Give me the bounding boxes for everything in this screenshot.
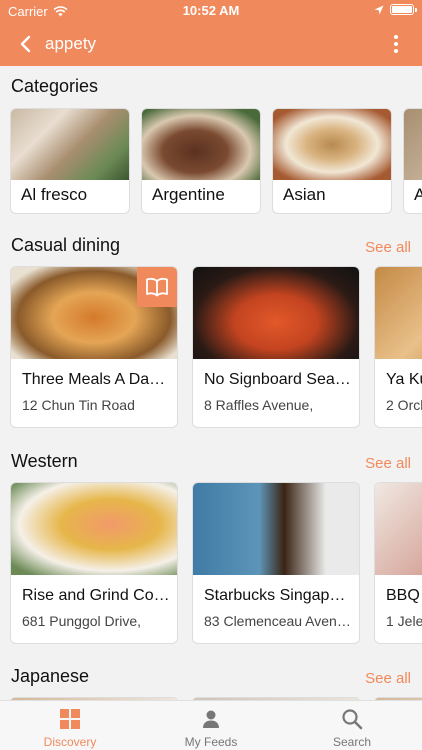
restaurant-address: 2 Orch: [386, 397, 422, 413]
category-card-argentine[interactable]: Argentine: [141, 108, 261, 214]
restaurant-image: [193, 267, 359, 359]
category-label: Argentine: [152, 185, 225, 204]
chevron-left-icon: [20, 35, 31, 53]
tab-label: Search: [332, 735, 372, 749]
section-title-western: Western: [11, 451, 78, 471]
tab-my-feeds[interactable]: My Feeds: [141, 701, 281, 750]
see-all-western-link[interactable]: See all: [365, 455, 411, 472]
restaurant-name: Starbucks Singapo…: [204, 587, 352, 604]
categories-row[interactable]: Al fresco Argentine Asian A: [0, 108, 422, 216]
restaurant-image: [193, 483, 359, 575]
restaurant-card[interactable]: Three Meals A Day… 12 Chun Tin Road: [10, 266, 178, 428]
restaurant-name: No Signboard Seaf…: [204, 371, 352, 388]
location-arrow-icon: [374, 5, 384, 14]
restaurant-image: [11, 267, 177, 359]
tab-label: My Feeds: [184, 735, 238, 749]
category-label: A: [414, 185, 422, 205]
status-bar: Carrier 10:52 AM: [0, 0, 422, 22]
category-label: Asian: [283, 185, 326, 204]
search-icon: [342, 709, 363, 730]
restaurant-address: 681 Punggol Drive,: [22, 613, 142, 629]
category-image: [11, 109, 129, 180]
restaurant-card[interactable]: BBQ 1 Jele: [374, 482, 422, 644]
category-card-asian[interactable]: Asian: [272, 108, 392, 214]
casual-dining-row[interactable]: Three Meals A Day… 12 Chun Tin Road No S…: [0, 266, 422, 430]
restaurant-address: 83 Clemenceau Aven…: [204, 613, 351, 629]
app-title: appety: [45, 34, 97, 53]
app-header: Carrier 10:52 AM appety: [0, 0, 422, 66]
restaurant-address: 12 Chun Tin Road: [22, 397, 135, 413]
categories-title: Categories: [11, 76, 99, 96]
restaurant-image: [375, 267, 422, 359]
category-card-al-fresco[interactable]: Al fresco: [10, 108, 130, 214]
status-right: [374, 4, 417, 15]
category-label: Al fresco: [21, 185, 88, 204]
restaurant-card[interactable]: No Signboard Seaf… 8 Raffles Avenue,: [192, 266, 360, 428]
restaurant-image: [11, 483, 177, 575]
discovery-content[interactable]: Categories Al fresco Argentine Asian A C…: [0, 66, 422, 700]
person-icon: [203, 710, 219, 728]
tab-discovery[interactable]: Discovery: [0, 701, 140, 750]
category-image: [273, 109, 391, 180]
restaurant-image: [375, 483, 422, 575]
more-dot: [394, 35, 398, 39]
restaurant-address: 8 Raffles Avenue,: [204, 397, 314, 413]
category-image: [142, 109, 260, 180]
restaurant-card[interactable]: Rise and Grind Cof… 681 Punggol Drive,: [10, 482, 178, 644]
tab-label: Discovery: [43, 735, 97, 749]
restaurant-address: 1 Jele: [386, 613, 422, 629]
more-dot: [394, 42, 398, 46]
restaurant-name: Three Meals A Day…: [22, 371, 170, 388]
navbar: appety: [0, 28, 422, 62]
tab-search[interactable]: Search: [282, 701, 422, 750]
status-time: 10:52 AM: [182, 3, 240, 18]
more-options-button[interactable]: [392, 33, 400, 55]
menu-button[interactable]: [137, 267, 177, 307]
restaurant-name: BBQ: [386, 587, 420, 604]
book-icon: [146, 277, 168, 297]
battery-icon: [390, 4, 417, 15]
restaurant-name: Rise and Grind Cof…: [22, 587, 170, 604]
restaurant-card[interactable]: Starbucks Singapo… 83 Clemenceau Aven…: [192, 482, 360, 644]
section-title-casual-dining: Casual dining: [11, 235, 121, 255]
tab-bar: Discovery My Feeds Search: [0, 700, 422, 750]
see-all-japanese-link[interactable]: See all: [365, 670, 411, 687]
section-title-japanese: Japanese: [11, 666, 90, 686]
see-all-casual-dining-link[interactable]: See all: [365, 239, 411, 256]
back-button[interactable]: [14, 32, 36, 56]
category-card-partial[interactable]: A: [403, 108, 422, 214]
grid-icon: [60, 709, 80, 729]
western-row[interactable]: Rise and Grind Cof… 681 Punggol Drive, S…: [0, 482, 422, 646]
more-dot: [394, 49, 398, 53]
category-image: [404, 109, 422, 180]
restaurant-card[interactable]: Ya Ku 2 Orch: [374, 266, 422, 428]
restaurant-name: Ya Ku: [386, 371, 422, 388]
